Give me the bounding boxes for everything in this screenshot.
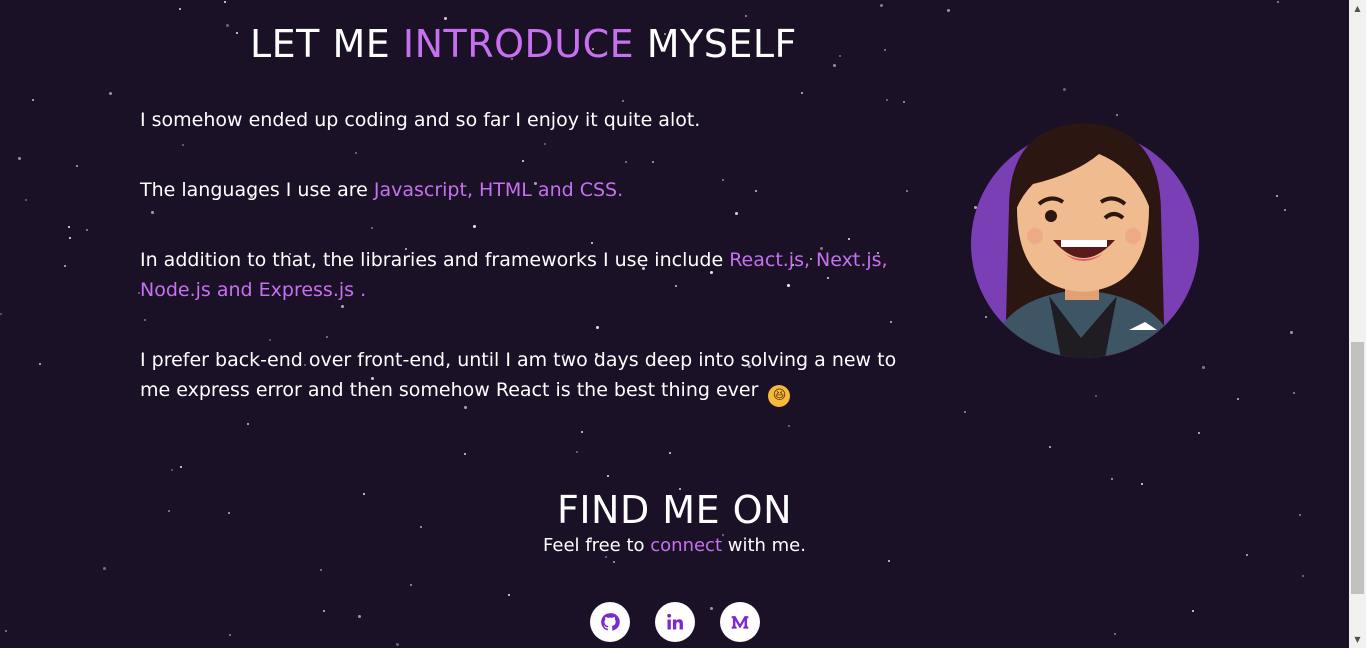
about-section: LET ME INTRODUCE MYSELF I somehow ended …: [0, 0, 1349, 648]
about-title-post: MYSELF: [634, 22, 797, 66]
avatar-illustration: [971, 123, 1199, 358]
find-me-title: FIND ME ON: [556, 488, 793, 532]
scroll-up-arrow-icon[interactable]: ▲: [1349, 0, 1366, 17]
medium-link[interactable]: [720, 602, 760, 642]
github-icon: [601, 613, 620, 631]
about-paragraph-3: In addition to that, the libraries and f…: [140, 245, 920, 305]
frameworks-intro: In addition to that, the libraries and f…: [140, 249, 730, 271]
frameworks-period: .: [354, 279, 367, 301]
connect-text: connect: [650, 535, 723, 556]
linkedin-icon: [667, 613, 683, 630]
find-me-subtitle: Feel free to connect with me.: [0, 535, 1349, 556]
about-paragraph-1: I somehow ended up coding and so far I e…: [140, 109, 701, 131]
linkedin-link[interactable]: [655, 602, 695, 642]
find-sub-post: with me.: [722, 535, 806, 556]
page-scrollbar[interactable]: ▲ ▼: [1349, 0, 1366, 648]
medium-icon: [731, 616, 749, 629]
about-paragraph-2: The languages I use are Javascript, HTML…: [140, 175, 920, 205]
github-link[interactable]: [590, 602, 630, 642]
about-title-pre: LET ME: [250, 22, 403, 66]
find-sub-pre: Feel free to: [543, 535, 651, 556]
scroll-thumb[interactable]: [1351, 342, 1364, 594]
about-title-accent: INTRODUCE: [402, 22, 635, 66]
about-title: LET ME INTRODUCE MYSELF: [250, 22, 797, 66]
languages-intro: The languages I use are: [140, 179, 374, 201]
avatar: [969, 118, 1201, 358]
about-paragraph-4: I prefer back-end over front-end, until …: [140, 345, 920, 407]
laughing-emoji: 😆: [768, 385, 791, 407]
scroll-down-arrow-icon[interactable]: ▼: [1349, 631, 1366, 648]
languages-list: Javascript, HTML and CSS.: [373, 179, 624, 201]
